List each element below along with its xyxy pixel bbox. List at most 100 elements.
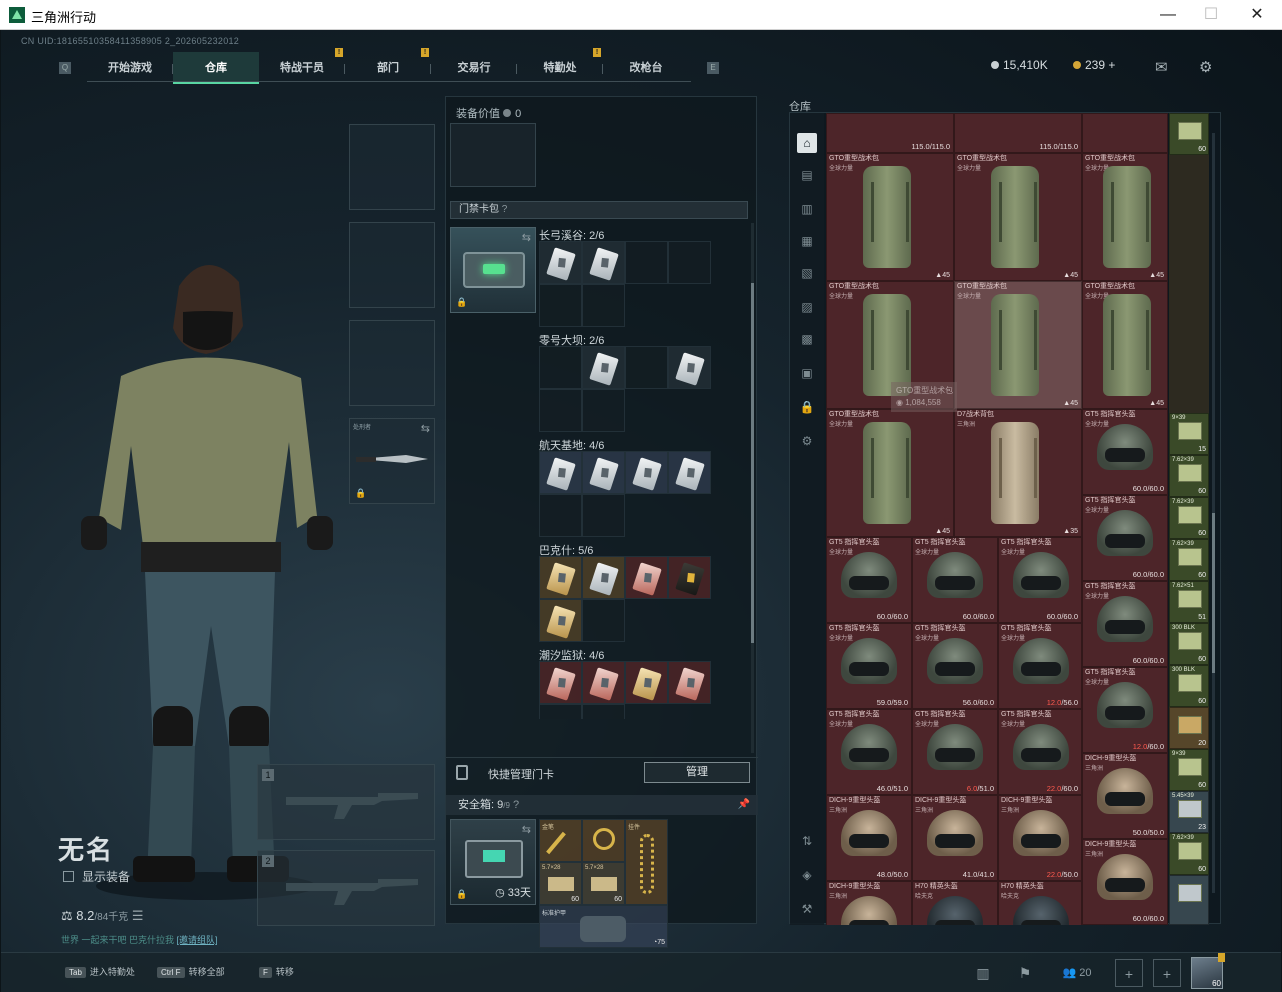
helmet-item[interactable]: GT5 指挥官头盔 全球力量 60.0/60.0 [1082, 495, 1168, 581]
filter-gun-icon[interactable]: ▤ [797, 165, 817, 185]
filter-medical-icon[interactable]: ▩ [797, 329, 817, 349]
tab-department[interactable]: 部门! [345, 48, 431, 84]
secondary-weapon-slot[interactable]: 2 [257, 850, 435, 926]
mail-icon[interactable]: ✉ [1155, 58, 1168, 76]
backpack-item[interactable]: GTO重型战术包 全球力量 ▲45 [954, 153, 1082, 281]
filter-key-icon[interactable]: ▣ [797, 363, 817, 383]
ammo-item[interactable]: 300 BLK 60 [1169, 665, 1209, 707]
helmet-item[interactable]: GT5 指挥官头盔 全球力量 60.0/60.0 [826, 537, 912, 623]
backpack-item[interactable]: GTO重型战术包 全球力量 ▲45 [1082, 281, 1168, 409]
gear-icon[interactable]: ⚙ [1199, 58, 1212, 76]
swap-icon[interactable]: ⇆ [522, 231, 531, 244]
keycard-cell[interactable] [582, 451, 625, 494]
keycard-cell[interactable] [668, 346, 711, 389]
swap-icon[interactable]: ⇆ [421, 422, 430, 435]
help-icon[interactable]: ? [502, 204, 508, 215]
ammo-item[interactable]: 7.62×51 51 [1169, 581, 1209, 623]
invite-link[interactable]: [邀请组队] [177, 935, 218, 945]
keycard-cell[interactable] [582, 556, 625, 599]
backpack-item[interactable]: GTO重型战术包 全球力量 ▲45 [954, 281, 1082, 409]
tab-special-ops[interactable]: 特勤处! [517, 48, 603, 84]
keycard-cell[interactable] [582, 241, 625, 284]
helmet-item[interactable]: GT5 指挥官头盔 全球力量 6.0/51.0 [912, 709, 998, 795]
coin-balance[interactable]: 15,410K [991, 58, 1048, 72]
tab-trade[interactable]: 交易行 [431, 52, 517, 84]
empty-keycard-cell[interactable] [539, 346, 582, 389]
helmet-item[interactable]: GT5 指挥官头盔 全球力量 56.0/60.0 [912, 623, 998, 709]
empty-keycard-cell[interactable] [582, 494, 625, 537]
checkbox[interactable] [63, 871, 74, 882]
help-icon[interactable]: ? [513, 799, 519, 811]
empty-keycard-cell[interactable] [625, 346, 668, 389]
gear-icon[interactable]: ⚙ [797, 431, 817, 451]
nav-next-key[interactable]: E [707, 62, 719, 74]
keycard-cell[interactable] [625, 451, 668, 494]
helmet-item[interactable]: DICH-9重型头盔 三角洲 48.0/50.0 [826, 795, 912, 881]
helmet-item[interactable]: GT5 指挥官头盔 全球力量 60.0/60.0 [1082, 581, 1168, 667]
helmet-item[interactable]: GT5 指挥官头盔 全球力量 12.0/56.0 [998, 623, 1082, 709]
helmet-item[interactable]: GT5 指挥官头盔 全球力量 60.0/60.0 [1082, 409, 1168, 495]
ammo-item[interactable]: 9×39 15 [1169, 413, 1209, 455]
ammo-item[interactable]: 20 [1169, 707, 1209, 749]
safe-item-armor[interactable]: 标准护甲 ◔75 [539, 905, 668, 948]
helmet-item[interactable]: DICH-9重型头盔 三角洲 60.0/60.0 [1082, 839, 1168, 925]
show-equipment-toggle[interactable]: 显示装备 [63, 868, 130, 885]
ammo-item[interactable]: 60 [1169, 113, 1209, 155]
empty-keycard-cell[interactable] [582, 284, 625, 327]
sort-icon[interactable]: ⇅ [797, 831, 817, 851]
add-token-button[interactable]: + [1108, 58, 1115, 72]
melee-slot[interactable]: 处刑者 ⇆ 🔒 [349, 418, 435, 504]
safe-item[interactable]: 挂件 [625, 819, 668, 905]
helmet-item[interactable]: DICH-9重型头盔 三角洲 41.0/41.0 [912, 795, 998, 881]
manage-button[interactable]: 管理 [644, 762, 750, 783]
scroll-thumb[interactable] [1212, 513, 1215, 673]
helmet-item[interactable]: GT5 指挥官头盔 全球力量 22.0/60.0 [998, 709, 1082, 795]
primary-weapon-slot[interactable]: 1 [257, 764, 435, 840]
empty-keycard-cell[interactable] [539, 704, 582, 719]
keycard-cell[interactable] [539, 661, 582, 704]
keycard-cell[interactable] [539, 241, 582, 284]
ammo-item[interactable]: 5.45×39 23 [1169, 791, 1209, 833]
keycard-cell[interactable] [539, 599, 582, 642]
body-armor-slot[interactable] [349, 222, 435, 308]
hotkey-transfer[interactable]: F 转移 [259, 965, 294, 978]
ammo-item[interactable]: 7.62×39 60 [1169, 497, 1209, 539]
filter-armor-icon[interactable]: ▦ [797, 231, 817, 251]
empty-keycard-cell[interactable] [668, 241, 711, 284]
friends-button[interactable]: 👥 20 [1057, 959, 1097, 987]
ammo-item[interactable]: 7.62×39 60 [1169, 455, 1209, 497]
empty-keycard-cell[interactable] [625, 241, 668, 284]
keycard-cell[interactable] [668, 556, 711, 599]
swap-icon[interactable]: ⇆ [522, 823, 531, 836]
helmet-item[interactable]: H70 精英头盔 哈夫克 [998, 881, 1082, 925]
keycard-cell[interactable] [539, 556, 582, 599]
ammo-item[interactable]: 7.62×39 60 [1169, 539, 1209, 581]
keycard-cell[interactable] [539, 451, 582, 494]
safe-item[interactable]: 金笔 [539, 819, 582, 862]
safe-box[interactable]: ⇆ 🔒 ◷ 33天 [450, 819, 536, 905]
hotkey-transfer-all[interactable]: Ctrl F 转移全部 [157, 965, 225, 978]
keycard-cell[interactable] [582, 346, 625, 389]
helmet-item[interactable]: GT5 指挥官头盔 全球力量 46.0/51.0 [826, 709, 912, 795]
list-icon[interactable]: ☰ [132, 908, 144, 923]
nav-prev-key[interactable]: Q [59, 62, 71, 74]
pistol-slot[interactable] [349, 320, 435, 406]
backpack-item[interactable]: GTO重型战术包 全球力量 ▲45 [826, 409, 954, 537]
keycard-case[interactable]: ⇆ 🔒 [450, 227, 536, 313]
close-button[interactable]: ✕ [1234, 2, 1280, 28]
tab-warehouse[interactable]: 仓库 [173, 52, 259, 84]
empty-keycard-cell[interactable] [582, 599, 625, 642]
ammo-item[interactable]: 7.62×39 60 [1169, 833, 1209, 875]
helmet-item[interactable]: GT5 指挥官头盔 全球力量 59.0/59.0 [826, 623, 912, 709]
layers-icon[interactable]: ◈ [797, 865, 817, 885]
helmet-item[interactable]: GT5 指挥官头盔 全球力量 60.0/60.0 [998, 537, 1082, 623]
safe-item[interactable]: 5.7×28 60 [582, 862, 625, 905]
all-items-icon[interactable]: ⌂ [797, 133, 817, 153]
minimize-button[interactable]: — [1145, 2, 1191, 28]
empty-keycard-cell[interactable] [539, 389, 582, 432]
add-team-slot-button[interactable]: + [1153, 959, 1181, 987]
filter-helmet-icon[interactable]: ▧ [797, 263, 817, 283]
hotkey-special-ops[interactable]: Tab 进入特勤处 [65, 965, 135, 978]
tab-gunsmith[interactable]: 改枪台 [603, 52, 689, 84]
avatar[interactable]: 60 [1191, 953, 1225, 989]
